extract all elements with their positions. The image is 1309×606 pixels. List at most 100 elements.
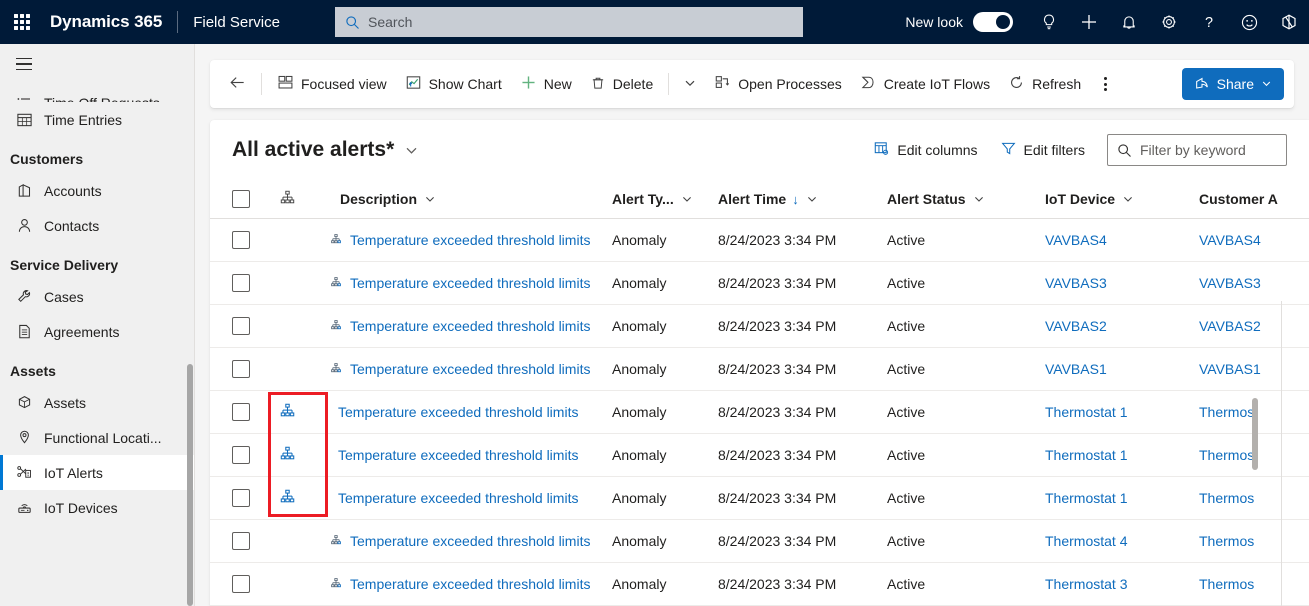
description-link[interactable]: Temperature exceeded threshold limits — [338, 404, 578, 420]
table-row[interactable]: Temperature exceeded threshold limits An… — [210, 218, 1309, 262]
cell-iot-device[interactable]: VAVBAS4 — [1035, 218, 1187, 262]
row-select-cell[interactable] — [210, 390, 258, 434]
customer-asset-link[interactable]: VAVBAS4 — [1199, 232, 1261, 248]
chevron-down-icon[interactable] — [806, 193, 818, 205]
iot-device-link[interactable]: VAVBAS4 — [1045, 232, 1107, 248]
filter-by-keyword-box[interactable]: Filter by keyword — [1107, 134, 1287, 166]
table-row[interactable]: Temperature exceeded threshold limits An… — [210, 347, 1309, 391]
chevron-down-icon[interactable] — [973, 193, 985, 205]
description-link[interactable]: Temperature exceeded threshold limits — [350, 576, 590, 592]
column-header-alert-type[interactable]: Alert Ty... — [606, 180, 708, 219]
iot-device-link[interactable]: VAVBAS1 — [1045, 361, 1107, 377]
view-selector-title[interactable]: All active alerts* — [232, 138, 394, 162]
customer-asset-link[interactable]: VAVBAS1 — [1199, 361, 1261, 377]
edit-columns-button[interactable]: Edit columns — [873, 140, 978, 160]
chevron-down-icon[interactable] — [1122, 193, 1134, 205]
row-select-cell[interactable] — [210, 476, 258, 520]
description-link[interactable]: Temperature exceeded threshold limits — [350, 361, 590, 377]
cell-customer-asset[interactable]: Thermos — [1187, 476, 1309, 520]
cell-description[interactable]: Temperature exceeded threshold limits — [316, 347, 606, 391]
iot-device-link[interactable]: Thermostat 1 — [1045, 404, 1127, 420]
app-name-label[interactable]: Field Service — [193, 14, 280, 31]
row-select-cell[interactable] — [210, 433, 258, 477]
iot-device-link[interactable]: Thermostat 3 — [1045, 576, 1127, 592]
row-checkbox[interactable] — [232, 489, 250, 507]
row-checkbox[interactable] — [232, 317, 250, 335]
row-checkbox[interactable] — [232, 360, 250, 378]
row-hierarchy-cell[interactable] — [258, 476, 316, 520]
cell-iot-device[interactable]: Thermostat 1 — [1035, 390, 1187, 434]
edit-filters-button[interactable]: Edit filters — [1000, 140, 1085, 160]
hierarchy-icon[interactable] — [279, 402, 296, 422]
account-icon[interactable] — [1269, 0, 1309, 44]
row-select-cell[interactable] — [210, 261, 258, 305]
table-row[interactable]: Temperature exceeded threshold limits An… — [210, 261, 1309, 305]
sidebar-item-time-entries[interactable]: Time Entries — [0, 102, 195, 137]
row-hierarchy-cell[interactable] — [258, 390, 316, 434]
sidebar-item-agreements[interactable]: Agreements — [0, 314, 195, 349]
row-checkbox[interactable] — [232, 575, 250, 593]
customer-asset-link[interactable]: VAVBAS2 — [1199, 318, 1261, 334]
hamburger-icon[interactable] — [2, 44, 46, 84]
cell-description[interactable]: Temperature exceeded threshold limits — [316, 433, 606, 477]
app-launcher-icon[interactable] — [0, 0, 44, 44]
column-header-iot-device[interactable]: IoT Device — [1035, 180, 1187, 219]
cell-iot-device[interactable]: VAVBAS2 — [1035, 304, 1187, 348]
cell-iot-device[interactable]: Thermostat 4 — [1035, 519, 1187, 563]
focused-view-button[interactable]: Focused view — [268, 67, 396, 101]
lightbulb-icon[interactable] — [1029, 0, 1069, 44]
cell-customer-asset[interactable]: Thermos — [1187, 433, 1309, 477]
cell-customer-asset[interactable]: Thermos — [1187, 519, 1309, 563]
cell-customer-asset[interactable]: VAVBAS4 — [1187, 218, 1309, 262]
grid-vertical-scrollbar[interactable] — [1252, 398, 1258, 470]
cell-customer-asset[interactable]: Thermos — [1187, 390, 1309, 434]
row-select-cell[interactable] — [210, 304, 258, 348]
chevron-down-icon[interactable] — [424, 193, 436, 205]
sidebar-item-cases[interactable]: Cases — [0, 279, 195, 314]
select-all-checkbox[interactable] — [232, 190, 250, 208]
row-select-cell[interactable] — [210, 562, 258, 606]
sidebar-item-iot-alerts[interactable]: IoT Alerts — [0, 455, 195, 490]
share-button[interactable]: Share — [1181, 68, 1284, 100]
table-row[interactable]: Temperature exceeded threshold limits An… — [210, 433, 1309, 477]
bell-icon[interactable] — [1109, 0, 1149, 44]
sidebar-scrollbar[interactable] — [187, 364, 193, 606]
description-link[interactable]: Temperature exceeded threshold limits — [338, 447, 578, 463]
plus-icon[interactable] — [1069, 0, 1109, 44]
refresh-button[interactable]: Refresh — [999, 67, 1090, 101]
cell-description[interactable]: Temperature exceeded threshold limits — [316, 519, 606, 563]
search-input[interactable]: Search — [368, 14, 412, 30]
cell-customer-asset[interactable]: VAVBAS3 — [1187, 261, 1309, 305]
sidebar-item-time-off-requests[interactable]: Time Off Requests — [0, 84, 195, 102]
back-button[interactable] — [220, 67, 255, 101]
hierarchy-icon[interactable] — [279, 445, 296, 465]
cell-iot-device[interactable]: VAVBAS1 — [1035, 347, 1187, 391]
delete-button[interactable]: Delete — [581, 67, 662, 101]
cell-description[interactable]: Temperature exceeded threshold limits — [316, 390, 606, 434]
description-link[interactable]: Temperature exceeded threshold limits — [350, 318, 590, 334]
column-header-customer-asset[interactable]: Customer A — [1187, 180, 1309, 219]
sidebar-item-assets[interactable]: Assets — [0, 385, 195, 420]
global-search-box[interactable]: Search — [335, 7, 803, 37]
row-checkbox[interactable] — [232, 446, 250, 464]
cell-description[interactable]: Temperature exceeded threshold limits — [316, 476, 606, 520]
cell-iot-device[interactable]: Thermostat 1 — [1035, 476, 1187, 520]
cell-description[interactable]: Temperature exceeded threshold limits — [316, 562, 606, 606]
iot-device-link[interactable]: Thermostat 4 — [1045, 533, 1127, 549]
description-link[interactable]: Temperature exceeded threshold limits — [350, 533, 590, 549]
cell-customer-asset[interactable]: Thermos — [1187, 562, 1309, 606]
column-header-alert-time[interactable]: Alert Time ↓ — [708, 180, 873, 219]
description-link[interactable]: Temperature exceeded threshold limits — [350, 275, 590, 291]
row-checkbox[interactable] — [232, 274, 250, 292]
table-row[interactable]: Temperature exceeded threshold limits An… — [210, 519, 1309, 563]
show-chart-button[interactable]: Show Chart — [396, 67, 511, 101]
help-icon[interactable]: ? — [1189, 0, 1229, 44]
row-checkbox[interactable] — [232, 231, 250, 249]
filter-keyword-input[interactable]: Filter by keyword — [1140, 142, 1246, 158]
cell-customer-asset[interactable]: VAVBAS2 — [1187, 304, 1309, 348]
more-commands-icon[interactable] — [1090, 69, 1120, 99]
column-header-description[interactable]: Description — [316, 180, 606, 219]
customer-asset-link[interactable]: Thermos — [1199, 533, 1254, 549]
cell-customer-asset[interactable]: VAVBAS1 — [1187, 347, 1309, 391]
table-row[interactable]: Temperature exceeded threshold limits An… — [210, 390, 1309, 434]
